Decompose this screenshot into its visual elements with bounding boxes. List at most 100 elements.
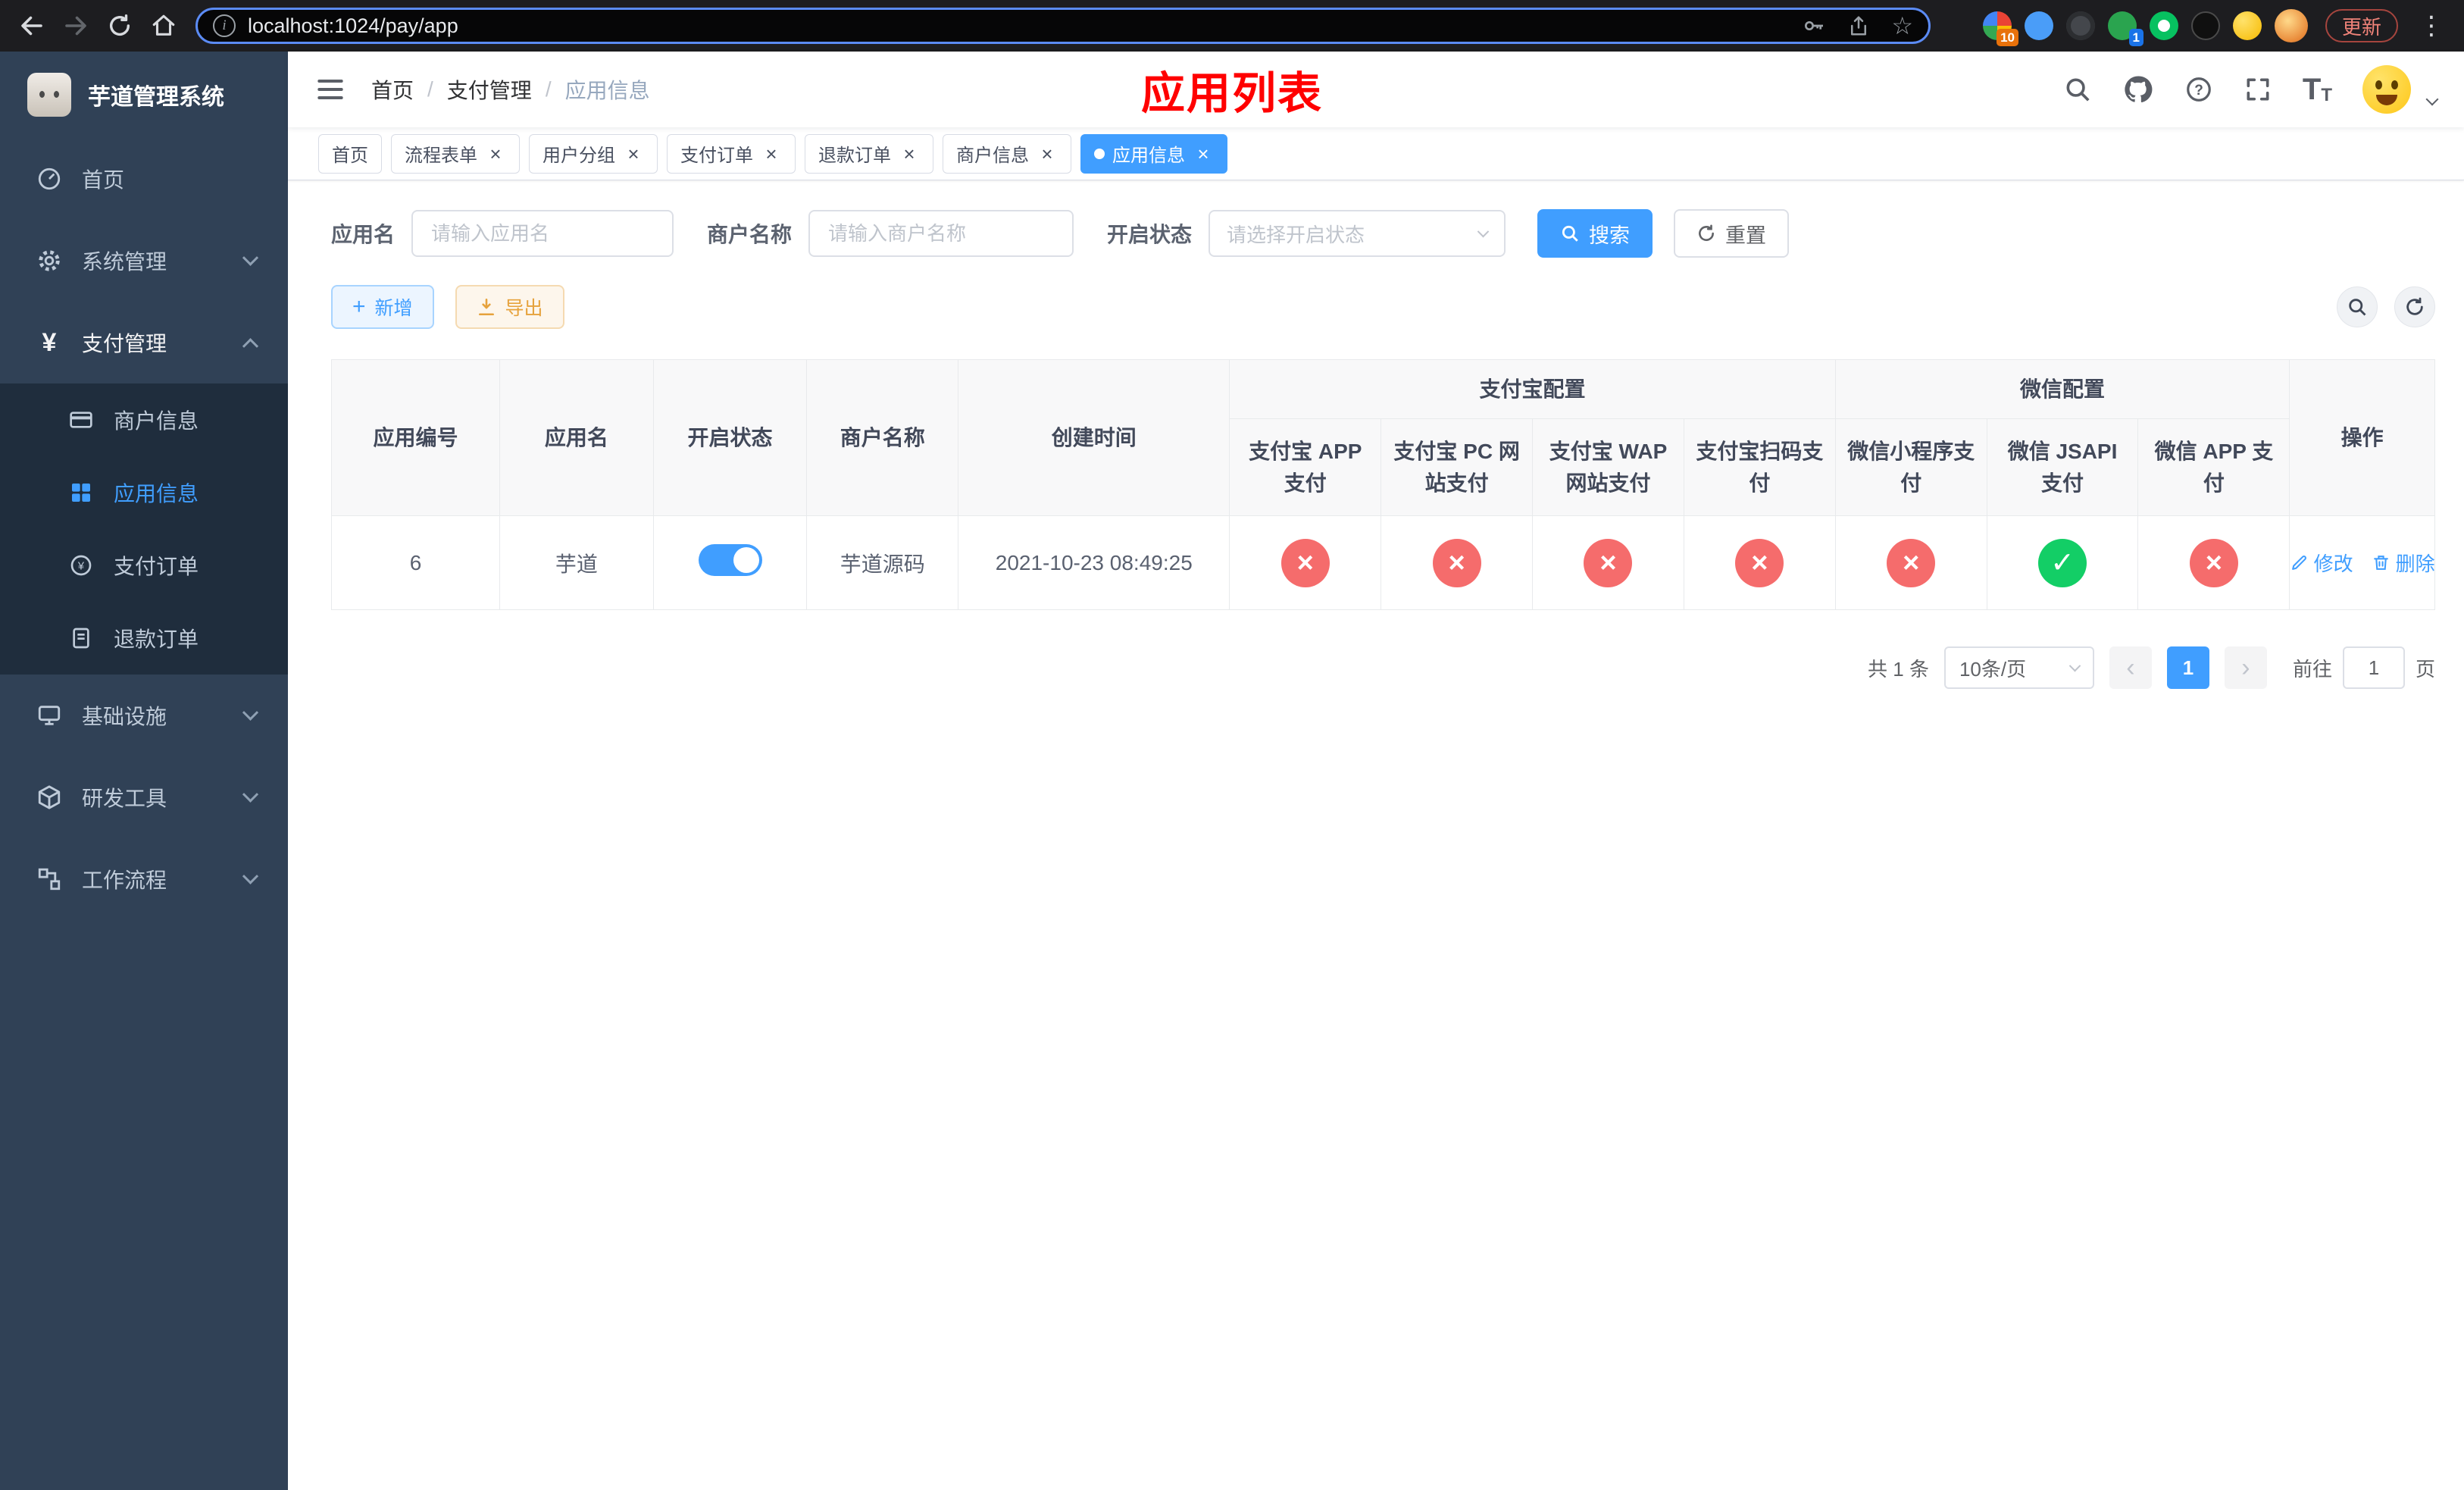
sidebar-item-infrastructure[interactable]: 基础设施: [0, 675, 288, 756]
delete-link[interactable]: 删除: [2372, 549, 2435, 577]
extension-icon-pin[interactable]: [2190, 11, 2220, 40]
close-icon[interactable]: ×: [1193, 143, 1214, 164]
document-icon: [65, 622, 97, 654]
edit-link[interactable]: 修改: [2290, 549, 2353, 577]
page-number-1[interactable]: 1: [2166, 646, 2209, 689]
sidebar-item-refund-order[interactable]: 退款订单: [0, 602, 288, 675]
chevron-down-icon[interactable]: [2425, 92, 2439, 106]
prev-page-button[interactable]: ‹: [2109, 646, 2152, 689]
chevron-down-icon: [242, 868, 259, 884]
sidebar: 芋道管理系统 首页 系统管理 ¥ 支付管理 商户信息 应用信息 ¥ 支付订单 退…: [0, 52, 288, 1490]
svg-text:?: ?: [2194, 83, 2203, 99]
browser-back-button[interactable]: [12, 6, 52, 45]
font-size-icon[interactable]: TT: [2303, 74, 2332, 105]
page-title-annotation: 应用列表: [1140, 69, 1324, 118]
tab-process-form[interactable]: 流程表单 ×: [391, 133, 520, 174]
browser-extensions-area: 10 1 更新 ⋮: [1982, 9, 2452, 46]
close-icon[interactable]: ×: [623, 143, 644, 164]
extension-icon-green[interactable]: 1: [2107, 11, 2143, 46]
reset-button[interactable]: 重置: [1674, 209, 1790, 258]
sidebar-item-system[interactable]: 系统管理: [0, 220, 288, 302]
breadcrumb: 首页 / 支付管理 / 应用信息: [371, 74, 650, 105]
browser-profile-avatar[interactable]: [2274, 9, 2308, 42]
search-icon[interactable]: [2063, 75, 2092, 104]
tab-app-info[interactable]: 应用信息 ×: [1080, 133, 1227, 174]
sidebar-item-payment[interactable]: ¥ 支付管理: [0, 302, 288, 383]
fullscreen-icon[interactable]: [2244, 75, 2272, 104]
tab-pay-order[interactable]: 支付订单 ×: [667, 133, 796, 174]
extension-icon-emoji[interactable]: [2232, 11, 2262, 40]
page-content: 应用名 商户名称 开启状态 请选择开启状态 搜索 重置: [288, 180, 2464, 1490]
row-actions: 修改 删除: [2291, 549, 2435, 577]
goto-page-input[interactable]: [2342, 646, 2405, 689]
pay-order-icon: ¥: [65, 549, 97, 581]
sidebar-item-app-info[interactable]: 应用信息: [0, 456, 288, 529]
tab-user-group[interactable]: 用户分组 ×: [529, 133, 658, 174]
col-header-created: 创建时间: [958, 359, 1230, 516]
close-icon[interactable]: ×: [1037, 143, 1058, 164]
merchant-name-input[interactable]: [808, 210, 1074, 257]
next-page-button[interactable]: ›: [2224, 646, 2267, 689]
password-key-icon[interactable]: [1802, 14, 1826, 38]
breadcrumb-section: 支付管理: [446, 79, 532, 102]
bookmark-star-icon[interactable]: ☆: [1891, 14, 1913, 38]
app-name-input[interactable]: [411, 210, 674, 257]
alipay-app-status-icon: ×: [1280, 538, 1330, 587]
tab-refund-order[interactable]: 退款订单 ×: [805, 133, 933, 174]
search-button[interactable]: 搜索: [1537, 209, 1653, 258]
browser-menu-icon[interactable]: ⋮: [2411, 11, 2452, 41]
sidebar-item-dev-tools[interactable]: 研发工具: [0, 756, 288, 838]
close-icon[interactable]: ×: [899, 143, 920, 164]
col-header-alipay-wap: 支付宝 WAP 网站支付: [1532, 418, 1684, 516]
chevron-down-icon: [242, 249, 259, 266]
browser-reload-button[interactable]: [100, 6, 139, 45]
col-header-app-id: 应用编号: [330, 359, 501, 516]
page-size-select[interactable]: 10条/页: [1943, 646, 2094, 689]
chevron-up-icon: [242, 337, 259, 354]
pagination: 共 1 条 10条/页 ‹ 1 › 前往 页: [331, 646, 2435, 689]
goto-page-group: 前往 页: [2293, 646, 2435, 689]
toggle-search-button[interactable]: [2337, 286, 2378, 327]
tab-merchant-info[interactable]: 商户信息 ×: [943, 133, 1071, 174]
export-button[interactable]: 导出: [455, 285, 564, 329]
sidebar-collapse-icon[interactable]: [314, 73, 347, 106]
close-icon[interactable]: ×: [761, 143, 782, 164]
navbar: 首页 / 支付管理 / 应用信息 应用列表 ? T T: [288, 52, 2464, 127]
extension-icon-dark[interactable]: [2065, 11, 2095, 40]
tab-home[interactable]: 首页: [318, 133, 382, 174]
user-avatar[interactable]: [2362, 65, 2411, 114]
cell-created: 2021-10-23 08:49:25: [958, 515, 1230, 610]
close-icon[interactable]: ×: [485, 143, 506, 164]
sidebar-item-workflow[interactable]: 工作流程: [0, 838, 288, 920]
col-header-wx-jsapi: 微信 JSAPI 支付: [1986, 418, 2139, 516]
sidebar-item-pay-order[interactable]: ¥ 支付订单: [0, 529, 288, 602]
sidebar-item-home[interactable]: 首页: [0, 138, 288, 220]
merchant-name-label: 商户名称: [707, 223, 793, 246]
breadcrumb-home[interactable]: 首页: [371, 74, 414, 105]
site-info-icon[interactable]: i: [213, 14, 236, 37]
browser-forward-button[interactable]: [56, 6, 95, 45]
url-text[interactable]: localhost:1024/pay/app: [248, 14, 1790, 38]
chevron-down-icon: [242, 786, 259, 803]
status-select[interactable]: 请选择开启状态: [1209, 210, 1506, 257]
sidebar-item-merchant-info[interactable]: 商户信息: [0, 383, 288, 456]
browser-update-button[interactable]: 更新: [2325, 9, 2398, 42]
app-table: 应用编号 应用名 开启状态 商户名称 创建时间 支付宝配置 微信配置 操作 支付…: [330, 359, 2435, 610]
credit-card-icon: [65, 404, 97, 436]
plus-icon: +: [352, 294, 366, 319]
extension-icon-colorful[interactable]: 10: [1982, 11, 2018, 46]
github-icon[interactable]: [2122, 74, 2154, 105]
grid-icon: [65, 477, 97, 509]
browser-home-button[interactable]: [144, 6, 183, 45]
table-toolbar: + 新增 导出: [331, 285, 2435, 329]
share-icon[interactable]: [1847, 14, 1870, 37]
status-toggle[interactable]: [698, 544, 762, 576]
extension-icon-blue[interactable]: [2024, 11, 2053, 40]
add-button[interactable]: + 新增: [331, 285, 434, 329]
extension-icon-wechat[interactable]: [2149, 11, 2178, 40]
cell-app-name: 芋道: [499, 515, 654, 610]
address-bar[interactable]: i localhost:1024/pay/app ☆: [195, 8, 1931, 44]
pagination-total: 共 1 条: [1868, 657, 1929, 681]
refresh-button[interactable]: [2394, 286, 2435, 327]
help-icon[interactable]: ?: [2184, 75, 2213, 104]
